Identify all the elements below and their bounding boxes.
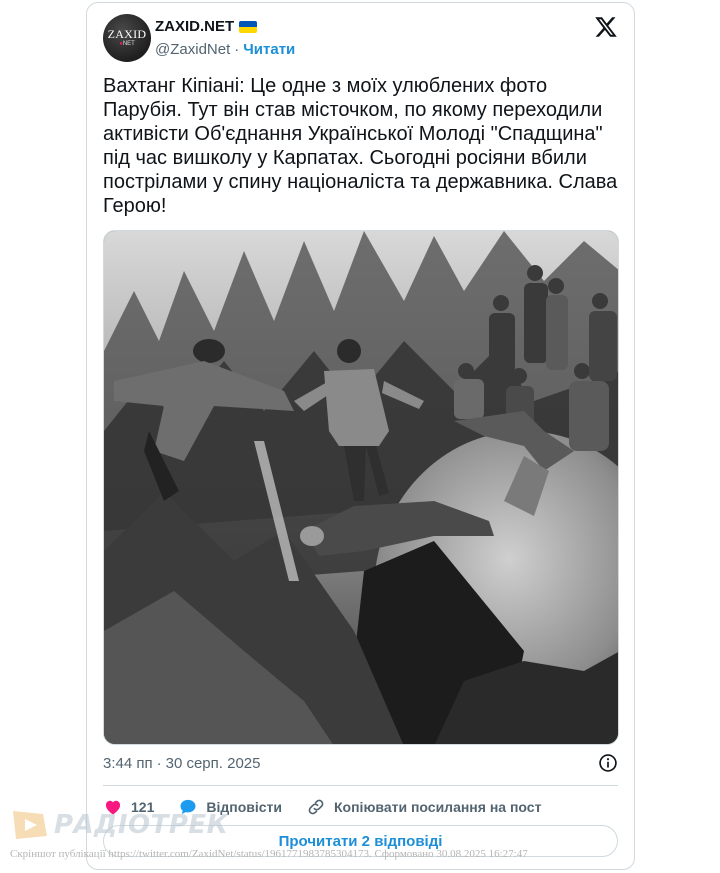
copy-link-label: Копіювати посилання на пост	[334, 799, 542, 815]
divider	[103, 785, 618, 786]
radiotrek-watermark: РАДІОТРЕК	[10, 808, 228, 842]
play-logo-icon	[13, 811, 47, 839]
x-logo-icon[interactable]	[594, 15, 618, 39]
tweet-date: 30 серп. 2025	[165, 755, 261, 772]
avatar-logo-text: ZAXID	[107, 27, 147, 41]
info-icon[interactable]	[598, 753, 618, 773]
follow-button[interactable]: Читати	[243, 41, 295, 58]
tweet-time: 3:44 пп	[103, 755, 153, 772]
watermark-text: РАДІОТРЕК	[54, 810, 229, 840]
author-name[interactable]: ZAXID.NET	[155, 18, 234, 35]
tweet-text: Вахтанг Кіпіані: Це одне з моїх улюблени…	[103, 75, 618, 217]
author-handle[interactable]: @ZaxidNet	[155, 41, 230, 58]
link-icon	[308, 799, 324, 815]
photo-image	[104, 231, 618, 744]
tweet-header: ZAXID ●NET ZAXID.NET @ZaxidNet · Читати	[103, 13, 622, 65]
tweet-photo[interactable]	[103, 230, 619, 745]
tweet-timestamp[interactable]: 3:44 пп · 30 серп. 2025	[103, 755, 260, 772]
copy-link-button[interactable]: Копіювати посилання на пост	[306, 797, 541, 817]
footer-caption: Скріншот публікації https://twitter.com/…	[10, 848, 528, 860]
separator-dot: ·	[234, 41, 240, 58]
ukraine-flag-icon	[239, 20, 258, 33]
avatar[interactable]: ZAXID ●NET	[103, 14, 151, 62]
tweet-card: ZAXID ●NET ZAXID.NET @ZaxidNet · Читати …	[86, 2, 635, 870]
avatar-logo-subtext: NET	[122, 41, 135, 47]
